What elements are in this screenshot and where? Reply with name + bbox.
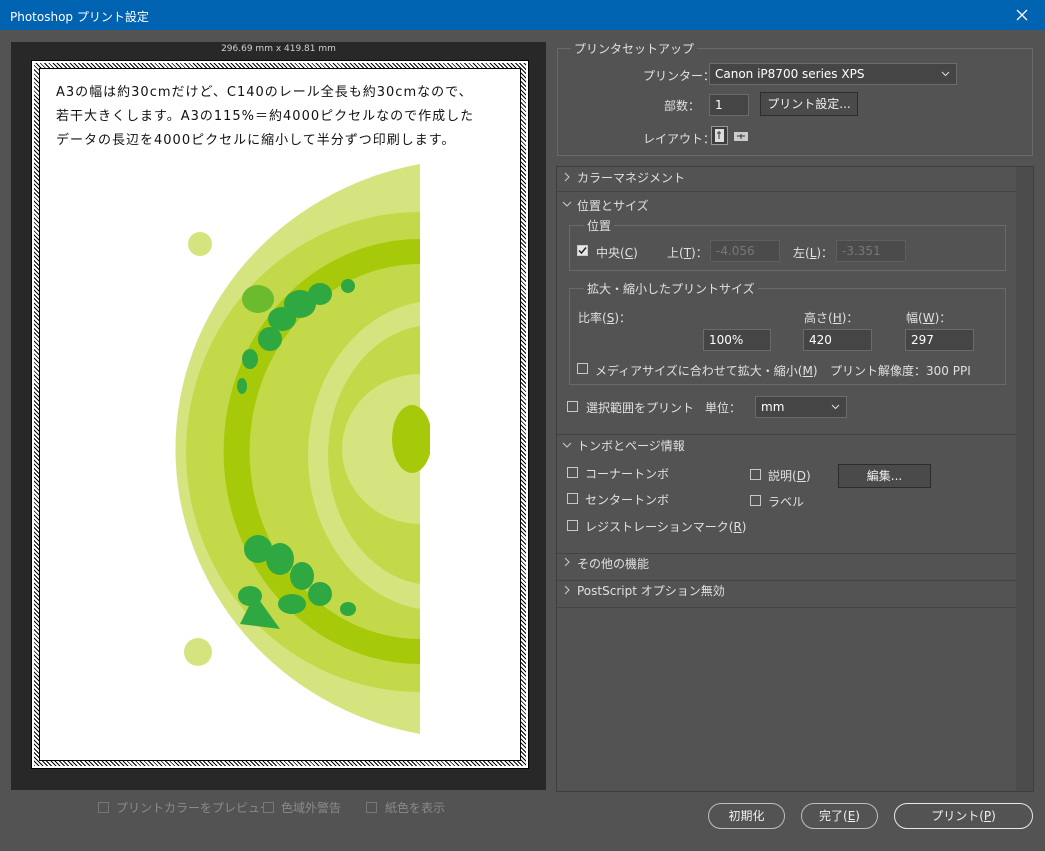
note-line: A3の幅は約30cmだけど、C140のレール全長も約30cmなので、	[56, 85, 473, 100]
print-selection-label: 選択範囲をプリント	[586, 401, 695, 415]
top-label: 上(T)：	[667, 246, 708, 260]
print-settings-button[interactable]: プリント設定...	[760, 92, 858, 116]
scaled-size-title: 拡大・縮小したプリントサイズ	[584, 280, 758, 297]
description-checkbox[interactable]	[750, 469, 761, 480]
section-position-size[interactable]: 位置とサイズ	[577, 197, 649, 214]
section-color-management[interactable]: カラーマネジメント	[577, 169, 685, 186]
landscape-icon	[734, 132, 748, 141]
print-selection-checkbox[interactable]	[567, 401, 578, 412]
section-divider	[557, 553, 1017, 554]
preview-color-checkbox[interactable]	[98, 802, 109, 813]
height-input[interactable]: 420	[803, 329, 872, 351]
chevron-right-icon[interactable]	[562, 585, 572, 595]
track-artwork	[175, 164, 430, 734]
chevron-down-icon[interactable]	[562, 199, 572, 209]
units-select[interactable]: mm	[755, 396, 847, 418]
note-line: 若干大きくします。A3の115%＝約4000ピクセルなので作成した	[56, 109, 475, 124]
units-label: 単位：	[705, 401, 742, 415]
preview-note: A3の幅は約30cmだけど、C140のレール全長も約30cmなので、 若干大きく…	[56, 81, 526, 153]
corner-marks-label: コーナートンボ	[585, 467, 670, 481]
chevron-down-icon	[831, 404, 840, 410]
close-icon	[1016, 9, 1028, 21]
window-title: Photoshop プリント設定	[10, 10, 149, 24]
corner-marks-checkbox[interactable]	[567, 467, 578, 478]
section-divider	[557, 434, 1017, 435]
print-resolution: プリント解像度：300 PPI	[830, 364, 971, 378]
section-other[interactable]: その他の機能	[577, 555, 649, 572]
layout-label: レイアウト：	[643, 132, 716, 146]
fit-media-checkbox[interactable]	[577, 363, 588, 374]
center-marks-label: センタートンボ	[585, 493, 670, 507]
printable-area: A3の幅は約30cmだけど、C140のレール全長も約30cmなので、 若干大きく…	[39, 68, 521, 761]
section-postscript[interactable]: PostScript オプション無効	[577, 582, 725, 599]
chevron-right-icon[interactable]	[562, 172, 572, 182]
checkmark-icon	[578, 247, 587, 255]
paper-dimensions: 296.69 mm x 419.81 mm	[221, 44, 336, 54]
section-divider	[557, 607, 1017, 608]
printer-label: プリンター：	[643, 69, 716, 83]
registration-marks-checkbox[interactable]	[567, 520, 578, 531]
printer-select[interactable]: Canon iP8700 series XPS	[709, 63, 957, 85]
chevron-down-icon[interactable]	[562, 440, 572, 450]
width-input[interactable]: 297	[905, 329, 974, 351]
paper-sheet: A3の幅は約30cmだけど、C140のレール全長も約30cmなので、 若干大きく…	[31, 60, 529, 769]
gamut-warning-checkbox[interactable]	[263, 802, 274, 813]
section-divider	[557, 191, 1017, 192]
portrait-layout-button[interactable]	[711, 126, 728, 145]
left-input[interactable]: -3.351	[836, 240, 906, 262]
labels-label: ラベル	[768, 495, 805, 509]
labels-checkbox[interactable]	[750, 495, 761, 506]
paper-color-label: 紙色を表示	[385, 801, 446, 815]
copies-label: 部数：	[664, 99, 701, 113]
registration-marks-label: レジストレーションマーク(R)	[585, 520, 747, 534]
note-line: データの長辺を4000ピクセルに縮小して半分ずつ印刷します。	[56, 133, 456, 148]
print-button[interactable]: プリント(P)	[894, 803, 1033, 829]
position-title: 位置	[584, 217, 615, 234]
paper-color-checkbox[interactable]	[366, 802, 377, 813]
center-label: 中央(C)	[596, 246, 638, 260]
preview-color-label: プリントカラーをプレビュー	[116, 801, 273, 815]
portrait-icon	[715, 129, 724, 142]
printer-setup-title: プリンタセットアップ	[571, 40, 698, 57]
section-divider	[557, 580, 1017, 581]
top-input[interactable]: -4.056	[710, 240, 780, 262]
chevron-right-icon[interactable]	[562, 557, 572, 567]
center-checkbox[interactable]	[577, 245, 588, 256]
scale-input[interactable]: 100%	[703, 329, 771, 351]
chevron-down-icon	[941, 71, 950, 77]
section-marks[interactable]: トンボとページ情報	[577, 437, 685, 454]
left-label: 左(L)：	[793, 246, 834, 260]
height-label: 高さ(H)：	[804, 311, 859, 325]
gamut-warning-label: 色域外警告	[281, 801, 342, 815]
edit-description-button[interactable]: 編集...	[838, 464, 931, 488]
title-bar: Photoshop プリント設定	[0, 0, 1045, 30]
done-button[interactable]: 完了(E)	[801, 803, 878, 829]
reset-button[interactable]: 初期化	[708, 803, 785, 829]
scale-label: 比率(S)：	[578, 311, 631, 325]
width-label: 幅(W)：	[906, 311, 952, 325]
copies-input[interactable]: 1	[709, 94, 749, 116]
close-button[interactable]	[999, 0, 1045, 30]
description-label: 説明(D)	[768, 469, 811, 483]
landscape-layout-button[interactable]	[733, 128, 749, 144]
print-preview: 296.69 mm x 419.81 mm A3の幅は約30cmだけど、C140…	[11, 42, 546, 790]
fit-media-label: メディアサイズに合わせて拡大・縮小(M)	[595, 364, 818, 378]
center-marks-checkbox[interactable]	[567, 493, 578, 504]
scrollbar[interactable]	[1016, 167, 1033, 791]
